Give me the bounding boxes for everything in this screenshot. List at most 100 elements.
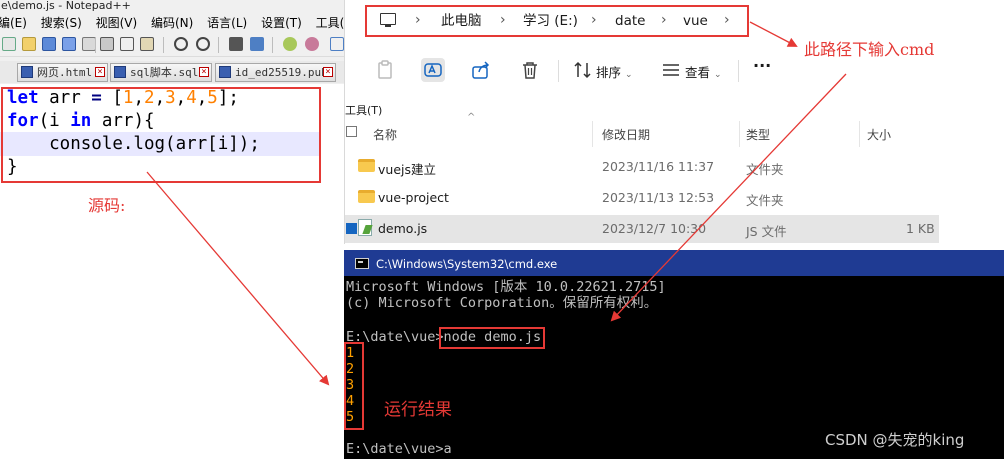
file-icon bbox=[114, 66, 126, 78]
column-type[interactable]: 类型 bbox=[746, 126, 770, 143]
cmd-hint-annotation: 此路径下输入cmd bbox=[804, 40, 935, 59]
menu-search[interactable]: 搜索(S) bbox=[41, 14, 82, 32]
rename-icon[interactable] bbox=[421, 58, 445, 82]
column-divider[interactable] bbox=[592, 121, 593, 147]
terminal-icon bbox=[355, 258, 369, 269]
column-date[interactable]: 修改日期 bbox=[602, 126, 650, 143]
chevron-down-icon: ⌄ bbox=[714, 70, 722, 80]
result-annotation: 运行结果 bbox=[384, 400, 452, 420]
toolbar-divider bbox=[558, 60, 559, 82]
replace-icon[interactable] bbox=[250, 37, 264, 51]
address-bar[interactable]: › 此电脑 › 学习 (E:) › date › vue › bbox=[365, 5, 749, 37]
menu-tools[interactable]: 工具(T) bbox=[345, 102, 382, 118]
sort-label: 排序 bbox=[596, 65, 622, 80]
column-divider[interactable] bbox=[739, 121, 740, 147]
file-icon bbox=[219, 66, 231, 78]
sort-button[interactable]: 排序 ⌄ bbox=[596, 62, 633, 81]
new-file-icon[interactable] bbox=[2, 37, 16, 51]
cmd-titlebar[interactable]: C:\Windows\System32\cmd.exe bbox=[344, 250, 1004, 276]
breadcrumb-date[interactable]: date bbox=[615, 12, 645, 30]
this-pc-icon bbox=[380, 13, 396, 27]
column-divider[interactable] bbox=[859, 121, 860, 147]
open-file-icon[interactable] bbox=[22, 37, 36, 51]
notepad-title: e\demo.js - Notepad++ bbox=[1, 0, 131, 12]
paste-icon[interactable] bbox=[140, 37, 154, 51]
toolbar-divider bbox=[738, 60, 739, 82]
tab-label: 网页.html bbox=[37, 66, 93, 79]
file-row-vue-project[interactable]: vue-project 2023/11/13 12:53 文件夹 bbox=[345, 184, 939, 212]
close-tab-icon[interactable]: × bbox=[323, 67, 333, 77]
file-date: 2023/11/13 12:53 bbox=[602, 190, 715, 205]
toolbar-divider bbox=[95, 37, 96, 53]
breadcrumb-vue[interactable]: vue bbox=[683, 12, 708, 30]
cmd-version-line: Microsoft Windows [版本 10.0.22621.2715] bbox=[346, 279, 666, 295]
copy-icon[interactable] bbox=[120, 37, 134, 51]
chevron-down-icon: ⌄ bbox=[625, 70, 633, 80]
menu-settings[interactable]: 设置(T) bbox=[261, 14, 302, 32]
folder-icon bbox=[358, 159, 375, 172]
file-type: JS 文件 bbox=[746, 224, 787, 239]
notepad-menubar: 编(E) 搜索(S) 视图(V) 编码(N) 语言(L) 设置(T) 工具(O) bbox=[0, 14, 344, 32]
cmd-window[interactable]: C:\Windows\System32\cmd.exe Microsoft Wi… bbox=[344, 250, 1004, 459]
toolbar-divider bbox=[272, 37, 273, 53]
sync-icon[interactable] bbox=[330, 37, 344, 51]
close-tab-icon[interactable]: × bbox=[95, 67, 105, 77]
undo-icon[interactable] bbox=[174, 37, 188, 51]
paste-icon[interactable] bbox=[373, 58, 397, 82]
menu-tools[interactable]: 工具(O) bbox=[316, 14, 344, 32]
save-icon[interactable] bbox=[42, 37, 56, 51]
file-name: vuejs建立 bbox=[378, 162, 436, 177]
sort-icon bbox=[574, 61, 591, 79]
menu-view[interactable]: 视图(V) bbox=[96, 14, 138, 32]
chevron-right-icon: › bbox=[661, 12, 667, 28]
tab-webpage-html[interactable]: 网页.html × bbox=[17, 63, 108, 82]
breadcrumb-this-pc[interactable]: 此电脑 bbox=[441, 12, 482, 30]
toolbar-divider bbox=[218, 37, 219, 53]
save-all-icon[interactable] bbox=[62, 37, 76, 51]
menu-encoding[interactable]: 编码(N) bbox=[151, 14, 193, 32]
command-highlight-box bbox=[439, 327, 545, 349]
tab-label: sql脚本.sql bbox=[130, 66, 199, 79]
column-name[interactable]: 名称 bbox=[373, 126, 397, 143]
file-row-demo-js[interactable]: demo.js 2023/12/7 10:30 JS 文件 1 KB bbox=[345, 215, 939, 243]
chevron-right-icon: › bbox=[591, 12, 597, 28]
watermark: CSDN @失宠的king bbox=[825, 431, 965, 449]
zoom-in-icon[interactable] bbox=[283, 37, 297, 51]
redo-icon[interactable] bbox=[196, 37, 210, 51]
chevron-right-icon: › bbox=[724, 12, 730, 28]
output-highlight-box bbox=[344, 342, 364, 430]
toolbar-divider bbox=[163, 37, 164, 53]
file-type: 文件夹 bbox=[746, 193, 784, 208]
select-all-checkbox[interactable] bbox=[346, 126, 357, 137]
cut-icon[interactable] bbox=[100, 37, 114, 51]
view-icon bbox=[663, 64, 679, 76]
cmd-prompt-line[interactable]: E:\date\vue>a bbox=[346, 441, 452, 457]
file-row-vuejs[interactable]: vuejs建立 2023/11/16 11:37 文件夹 bbox=[345, 153, 939, 181]
notepad-tab-bar: 网页.html × sql脚本.sql × id_ed25519.pub × bbox=[0, 61, 344, 83]
tab-label: id_ed25519.pub bbox=[235, 66, 328, 79]
share-icon[interactable] bbox=[469, 58, 493, 82]
view-label: 查看 bbox=[685, 65, 711, 80]
view-button[interactable]: 查看 ⌄ bbox=[685, 62, 722, 81]
menu-edit[interactable]: 编(E) bbox=[0, 14, 27, 32]
file-type: 文件夹 bbox=[746, 162, 784, 177]
column-size[interactable]: 大小 bbox=[867, 126, 891, 143]
file-date: 2023/11/16 11:37 bbox=[602, 159, 715, 174]
column-header-row: 名称 修改日期 类型 大小 bbox=[345, 119, 1004, 147]
find-icon[interactable] bbox=[229, 37, 243, 51]
source-highlight-box bbox=[1, 87, 321, 183]
notepad-window: e\demo.js - Notepad++ 编(E) 搜索(S) 视图(V) 编… bbox=[0, 0, 344, 459]
file-size: 1 KB bbox=[906, 221, 935, 236]
file-date: 2023/12/7 10:30 bbox=[602, 221, 707, 236]
file-name: vue-project bbox=[378, 190, 449, 205]
menu-language[interactable]: 语言(L) bbox=[207, 14, 247, 32]
delete-icon[interactable] bbox=[518, 58, 542, 82]
tab-sql-script[interactable]: sql脚本.sql × bbox=[110, 63, 212, 82]
close-file-icon[interactable] bbox=[82, 37, 96, 51]
tab-id-ed25519[interactable]: id_ed25519.pub × bbox=[215, 63, 336, 82]
close-tab-icon[interactable]: × bbox=[199, 67, 209, 77]
row-checkbox[interactable] bbox=[346, 223, 357, 234]
zoom-out-icon[interactable] bbox=[305, 37, 319, 51]
more-options-button[interactable]: ··· bbox=[753, 56, 771, 75]
breadcrumb-drive-e[interactable]: 学习 (E:) bbox=[523, 12, 578, 30]
